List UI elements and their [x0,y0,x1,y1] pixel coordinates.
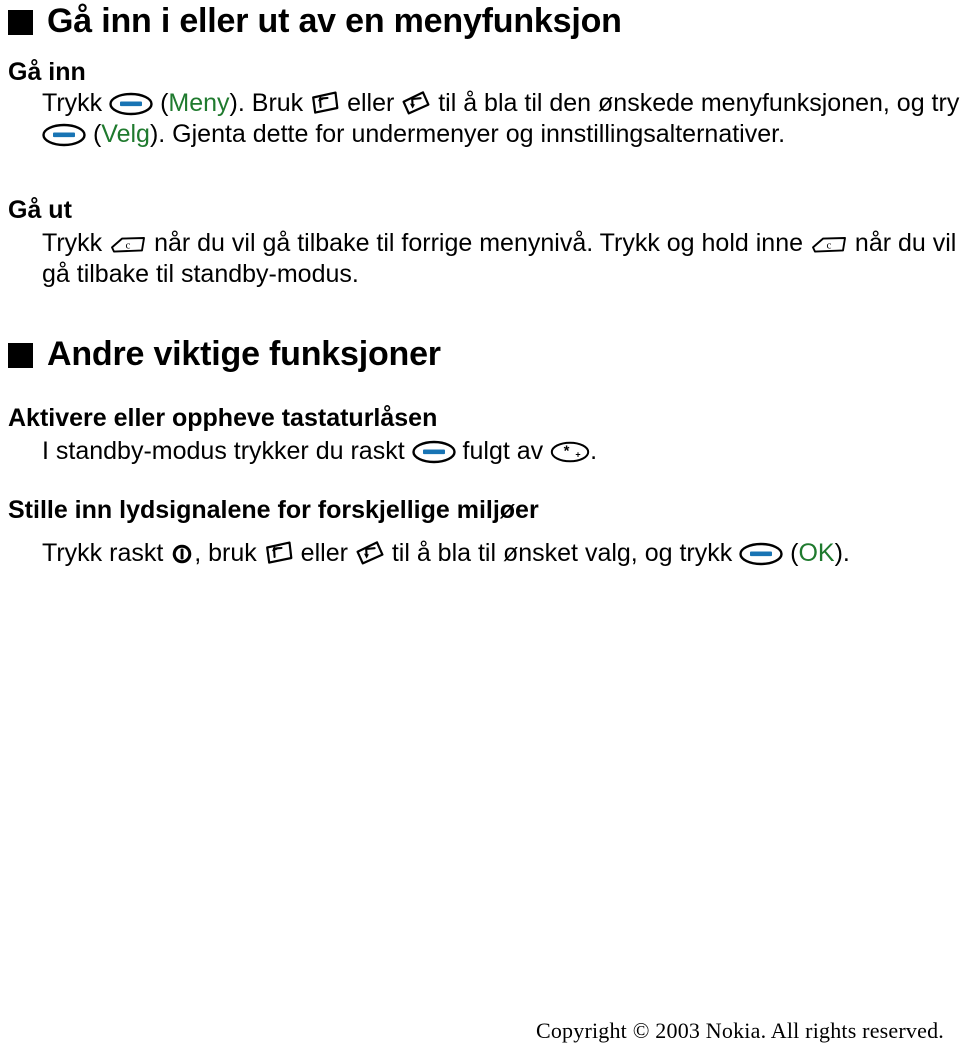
text-run: . [590,437,598,465]
text-run: ). Gjenta dette for undermenyer og innst… [149,120,786,149]
green-label-meny: Meny [168,89,230,117]
text-run: ( [783,539,799,567]
star-key-icon: * + [550,440,590,464]
text-run: ( [86,120,102,149]
power-key-icon [170,542,194,566]
clear-key-icon: c [109,234,147,256]
text-run: Trykk [42,229,110,257]
svg-text:+: + [575,449,580,459]
select-key-icon [739,542,783,566]
paragraph-profiles: Trykk raskt , bruk eller til å bla til ø… [8,538,960,569]
subheading-go-out: Gå ut [8,196,72,224]
text-run: til å bla til den ønskede menyfunksjonen… [431,89,960,117]
document-page: Gå inn i eller ut av en menyfunksjon Gå … [0,0,960,1057]
select-key-icon [411,440,456,464]
clear-key-icon: c [810,234,848,256]
subheading-keyguard: Aktivere eller oppheve tastaturlåsen [8,404,438,432]
green-label-ok: OK [798,539,835,567]
select-key-icon [42,123,86,147]
section-heading-enter-exit-menu: Gå inn i eller ut av en menyfunksjon [8,2,622,40]
text-run: Trykk raskt [42,539,171,567]
svg-text:*: * [564,443,570,460]
filled-square-bullet-icon [8,10,33,36]
text-run: I standby-modus trykker du raskt [42,437,412,465]
text-run: , bruk [194,539,264,567]
scroll-up-key-icon [310,90,340,116]
text-run: fulgt av [455,437,551,465]
text-run: til å bla til ønsket valg, og trykk [384,539,740,567]
text-run: når du vil gå tilbake til forrige menyni… [147,229,810,257]
scroll-up-key-icon [264,540,294,566]
text-run: Trykk [42,89,110,117]
select-key-icon [109,92,153,116]
copyright-notice: Copyright © 2003 Nokia. All rights reser… [535,1018,944,1043]
text-run: ). Bruk [229,89,311,117]
paragraph-go-out: Trykk c når du vil gå tilbake til forrig… [8,228,960,291]
section-heading-label: Gå inn i eller ut av en menyfunksjon [47,2,622,40]
svg-text:c: c [827,239,832,251]
green-label-velg: Velg [101,120,150,149]
text-run: ). [834,539,850,567]
footer: Copyright © 2003 Nokia. All rights reser… [0,1018,944,1044]
subheading-profiles: Stille inn lydsignalene for forskjellige… [8,496,539,524]
section-heading-label: Andre viktige funksjoner [47,335,441,373]
paragraph-keyguard: I standby-modus trykker du raskt fulgt a… [8,436,960,467]
scroll-down-key-icon [401,90,431,116]
subheading-go-in: Gå inn [8,58,86,86]
text-run: eller [293,539,355,567]
svg-text:c: c [126,239,131,251]
paragraph-go-in: Trykk (Meny). Bruk eller til å bla til d… [8,88,960,151]
filled-square-bullet-icon [8,343,33,369]
text-run: eller [340,89,402,117]
scroll-down-key-icon [355,540,385,566]
section-heading-other-important-functions: Andre viktige funksjoner [8,335,441,373]
text-run: ( [153,89,169,117]
